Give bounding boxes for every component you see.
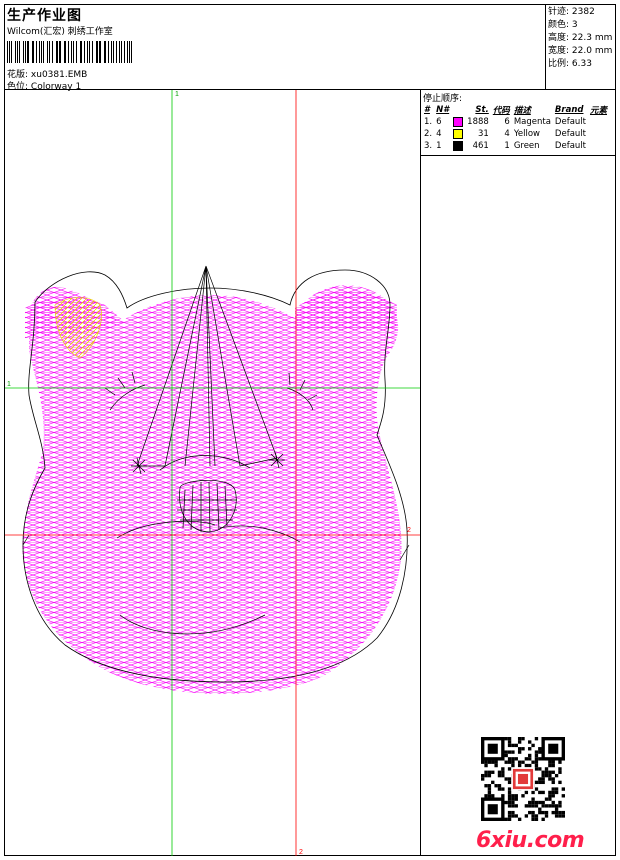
stitches-value: 2382	[571, 7, 595, 17]
row-needle: 6	[436, 117, 442, 127]
col-brand: Brand	[554, 105, 584, 115]
stitches-label: 针迹:	[548, 7, 570, 17]
sequence-row: 1. 6 1888 6 Magenta Default	[422, 116, 609, 128]
row-code: 1	[504, 141, 510, 151]
width-value: 22.0 mm	[571, 46, 613, 56]
row-desc: Green	[513, 141, 540, 151]
sequence-header-row: # N# St. 代码 描述 Brand 元素	[422, 104, 609, 116]
row-stitches: 1888	[467, 117, 489, 127]
width-stat: 宽度: 22.0 mm	[548, 45, 612, 58]
colors-stat: 颜色: 3	[548, 19, 612, 32]
sequence-bottom-rule	[421, 155, 616, 156]
row-num: 2.	[424, 129, 433, 139]
watermark-site: 6xiu.com	[476, 828, 585, 853]
col-needle: N#	[436, 105, 450, 115]
scale-stat: 比例: 6.33	[548, 58, 612, 71]
sequence-row: 2. 4 31 4 Yellow Default	[422, 128, 609, 140]
col-num: #	[424, 105, 430, 115]
width-label: 宽度:	[548, 46, 570, 56]
guide-label-v-green: 1	[175, 91, 179, 98]
row-swatch	[451, 140, 465, 152]
sequence-title: 停止顺序:	[423, 94, 463, 104]
header-divider	[545, 5, 546, 89]
stitches-stat: 针迹: 2382	[548, 6, 612, 19]
row-stitches: 31	[477, 129, 489, 139]
color-swatch	[453, 140, 464, 151]
guide-label-h-green: 1	[7, 381, 11, 388]
row-brand: Default	[554, 117, 586, 127]
row-code: 4	[504, 129, 510, 139]
row-swatch	[451, 128, 465, 140]
guide-label-v-red: 2	[299, 849, 303, 856]
color-swatch	[453, 116, 464, 127]
embroidery-drawing: 1 1 2 2	[5, 90, 420, 856]
subtitle: Wilcom(汇宏) 刺绣工作室	[7, 27, 113, 37]
qr-code	[481, 737, 565, 821]
row-desc: Magenta	[513, 117, 551, 127]
guide-label-h-red: 2	[407, 527, 411, 534]
sequence-row: 3. 1 461 1 Green Default	[422, 140, 609, 152]
height-label: 高度:	[548, 33, 570, 43]
row-element	[588, 116, 609, 128]
design-divider	[420, 90, 421, 856]
stats-panel: 针迹: 2382 颜色: 3 高度: 22.3 mm 宽度: 22.0 mm 比…	[548, 6, 612, 71]
col-code: 代码	[492, 106, 510, 116]
row-element	[588, 128, 609, 140]
row-brand: Default	[554, 141, 586, 151]
scale-value: 6.33	[571, 59, 592, 69]
header: 生产作业图 Wilcom(汇宏) 刺绣工作室 花版: xu0381.EMB 色位…	[5, 5, 545, 92]
row-code: 6	[504, 117, 510, 127]
color-swatch	[453, 128, 464, 139]
height-value: 22.3 mm	[571, 33, 613, 43]
row-desc: Yellow	[513, 129, 540, 139]
page-title: 生产作业图	[7, 8, 82, 24]
col-element: 元素	[589, 106, 607, 116]
col-desc: 描述	[513, 106, 531, 116]
row-needle: 1	[436, 141, 442, 151]
row-swatch	[451, 116, 465, 128]
colors-label: 颜色:	[548, 20, 570, 30]
row-brand: Default	[554, 129, 586, 139]
row-element	[588, 140, 609, 152]
sequence-table: # N# St. 代码 描述 Brand 元素 1. 6 1888 6 Magenta D…	[422, 104, 609, 152]
col-stitches: St.	[475, 105, 489, 115]
row-needle: 4	[436, 129, 442, 139]
design-canvas: 1 1 2 2	[5, 90, 420, 856]
row-num: 3.	[424, 141, 433, 151]
barcode	[7, 41, 135, 63]
scale-label: 比例:	[548, 59, 570, 69]
height-stat: 高度: 22.3 mm	[548, 32, 612, 45]
stop-sequence-panel: 停止顺序: # N# St. 代码 描述 Brand 元素 1. 6 1888 6 Ma…	[421, 90, 616, 152]
row-num: 1.	[424, 117, 433, 127]
row-stitches: 461	[472, 141, 489, 151]
colors-value: 3	[571, 20, 578, 30]
col-swatch	[451, 104, 465, 116]
